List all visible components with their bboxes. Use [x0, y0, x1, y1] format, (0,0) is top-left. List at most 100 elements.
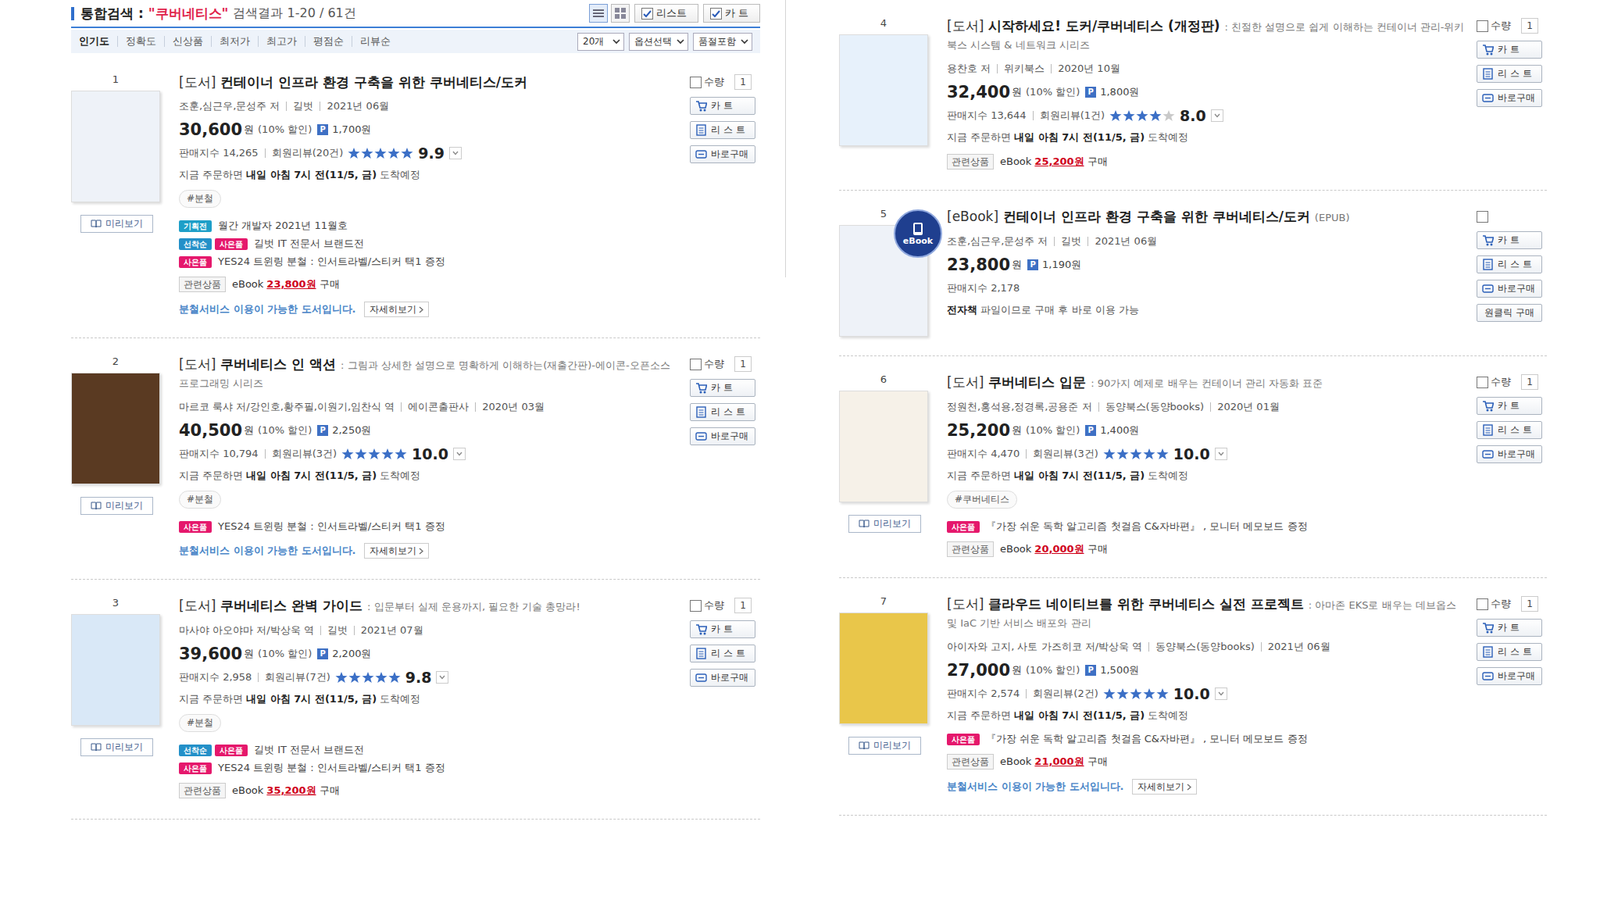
chevron-down-icon[interactable]	[456, 451, 463, 457]
cart-icon[interactable]	[1482, 621, 1494, 634]
list-icon[interactable]	[696, 125, 706, 136]
cart-icon[interactable]	[1486, 243, 1490, 247]
hashtag[interactable]: #분철	[178, 189, 222, 208]
chevron-down-icon[interactable]	[452, 150, 459, 156]
cart-icon[interactable]	[1482, 400, 1494, 412]
cart-icon[interactable]	[703, 632, 707, 636]
review-count[interactable]: 회원리뷰(2건)	[1032, 683, 1098, 704]
book-cover[interactable]	[71, 372, 161, 485]
book-title[interactable]: 컨테이너 인프라 환경 구축을 위한 쿠버네티스/도커	[220, 74, 528, 90]
cart-button[interactable]: 카 트	[1476, 396, 1543, 415]
chevron-right-icon[interactable]	[1186, 783, 1192, 791]
cart-button[interactable]: 카 트	[1476, 618, 1543, 637]
list-icon[interactable]	[1485, 650, 1491, 655]
cart-icon[interactable]	[1482, 234, 1494, 247]
list-icon[interactable]	[1485, 262, 1491, 268]
book-icon[interactable]	[91, 220, 101, 228]
promo-text[interactable]: YES24 트윈링 분철 : 인서트라벨/스티커 택1 증정	[217, 253, 446, 271]
book-icon[interactable]	[90, 742, 102, 752]
rating-dropdown[interactable]	[449, 146, 462, 160]
related-price[interactable]: 20,000원	[1034, 539, 1084, 559]
book-title[interactable]: 쿠버네티스 인 액션	[220, 356, 336, 372]
chevron-down-icon[interactable]	[439, 675, 446, 680]
promo-text[interactable]: YES24 트윈링 분철 : 인서트라벨/스티커 택1 증정	[217, 759, 446, 777]
book-icon[interactable]	[858, 741, 870, 750]
promo-text[interactable]: 월간 개발자 2021년 11월호	[217, 217, 348, 235]
cart-icon[interactable]	[703, 109, 707, 112]
quantity-input[interactable]: 1	[734, 356, 752, 372]
cart-button[interactable]: 카 트	[689, 620, 756, 639]
chevron-down-icon[interactable]	[439, 675, 446, 680]
related-price[interactable]: 35,200원	[266, 781, 316, 800]
dropdown[interactable]: 20개	[577, 32, 625, 51]
cart-icon[interactable]	[700, 391, 703, 394]
list-icon[interactable]	[696, 648, 706, 659]
item-checkbox[interactable]	[1476, 598, 1489, 611]
sort-tab[interactable]: 정확도	[117, 35, 165, 47]
cart-icon[interactable]	[1482, 623, 1494, 630]
details-button[interactable]: 자세히보기	[1132, 778, 1197, 795]
preview-button[interactable]: 미리보기	[80, 738, 154, 757]
buy-icon[interactable]	[695, 671, 708, 684]
preview-button[interactable]: 미리보기	[80, 496, 154, 515]
buy-button[interactable]: 바로구매	[1476, 89, 1543, 108]
hashtag[interactable]: #쿠버네티스	[946, 490, 1018, 509]
list-icon[interactable]	[1483, 646, 1493, 658]
list-view-icon[interactable]	[592, 8, 604, 18]
chevron-down-icon[interactable]	[1217, 451, 1225, 457]
buy-icon[interactable]	[695, 671, 708, 684]
list-button[interactable]: 리 스 트	[1476, 255, 1543, 274]
buy-icon[interactable]	[1482, 448, 1494, 461]
cart-icon[interactable]	[1490, 409, 1493, 412]
cart-icon[interactable]	[1482, 43, 1494, 56]
list-view-icon[interactable]	[592, 15, 604, 18]
action-checkbox[interactable]	[641, 7, 654, 20]
book-icon[interactable]	[858, 519, 870, 529]
book-icon[interactable]	[91, 743, 101, 751]
book-cover[interactable]	[839, 34, 929, 147]
list-icon[interactable]	[699, 410, 704, 415]
promo-text[interactable]: 『가장 쉬운 독학 알고리즘 첫걸음 C&자바편』 , 모니터 메모보드 증정	[985, 730, 1308, 748]
chevron-down-icon[interactable]	[612, 38, 621, 45]
chevron-down-icon[interactable]	[741, 39, 748, 43]
dropdown[interactable]: 옵션선택	[628, 32, 689, 51]
rating-dropdown[interactable]	[1214, 687, 1228, 700]
sort-tab[interactable]: 리뷰순	[351, 35, 399, 47]
list-icon[interactable]	[1482, 646, 1494, 658]
cart-icon[interactable]	[1482, 234, 1494, 247]
cart-icon[interactable]	[695, 100, 708, 112]
list-icon[interactable]	[1482, 646, 1494, 658]
view-mode-button[interactable]	[589, 3, 608, 23]
chevron-down-icon[interactable]	[677, 39, 684, 43]
grid-view-icon[interactable]	[621, 14, 626, 19]
chevron-down-icon[interactable]	[452, 150, 459, 156]
promo-text[interactable]: 『가장 쉬운 독학 알고리즘 첫걸음 C&자바편』 , 모니터 메모보드 증정	[985, 517, 1308, 536]
book-icon[interactable]	[859, 742, 869, 750]
list-button[interactable]: 리 스 트	[1476, 421, 1543, 440]
item-checkbox[interactable]	[1476, 20, 1489, 33]
review-count[interactable]: 회원리뷰(3건)	[1032, 443, 1098, 465]
chevron-right-icon[interactable]	[418, 547, 424, 555]
sort-tab[interactable]: 최저가	[210, 35, 258, 47]
quantity-input[interactable]: 1	[1521, 374, 1539, 390]
list-button[interactable]: 리 스 트	[689, 644, 756, 663]
book-cover[interactable]	[71, 90, 161, 203]
list-icon[interactable]	[1482, 424, 1494, 436]
chevron-down-icon[interactable]	[740, 38, 749, 45]
check-icon[interactable]	[643, 10, 651, 17]
cart-icon[interactable]	[695, 623, 708, 636]
preview-button[interactable]: 미리보기	[848, 514, 922, 533]
cart-button[interactable]: 카 트	[689, 378, 756, 397]
book-title[interactable]: 쿠버네티스 입문	[988, 374, 1086, 390]
chevron-right-icon[interactable]	[419, 548, 423, 554]
chevron-down-icon[interactable]	[740, 38, 749, 45]
buy-icon[interactable]	[696, 674, 707, 682]
item-checkbox[interactable]	[689, 358, 702, 371]
buy-icon[interactable]	[1482, 92, 1494, 104]
chevron-down-icon[interactable]	[1217, 691, 1225, 697]
chevron-right-icon[interactable]	[418, 306, 424, 314]
check-icon[interactable]	[710, 9, 721, 18]
sort-tab[interactable]: 신상품	[164, 35, 211, 47]
buy-icon[interactable]	[1482, 448, 1494, 461]
buy-button[interactable]: 바로구매	[689, 668, 756, 687]
